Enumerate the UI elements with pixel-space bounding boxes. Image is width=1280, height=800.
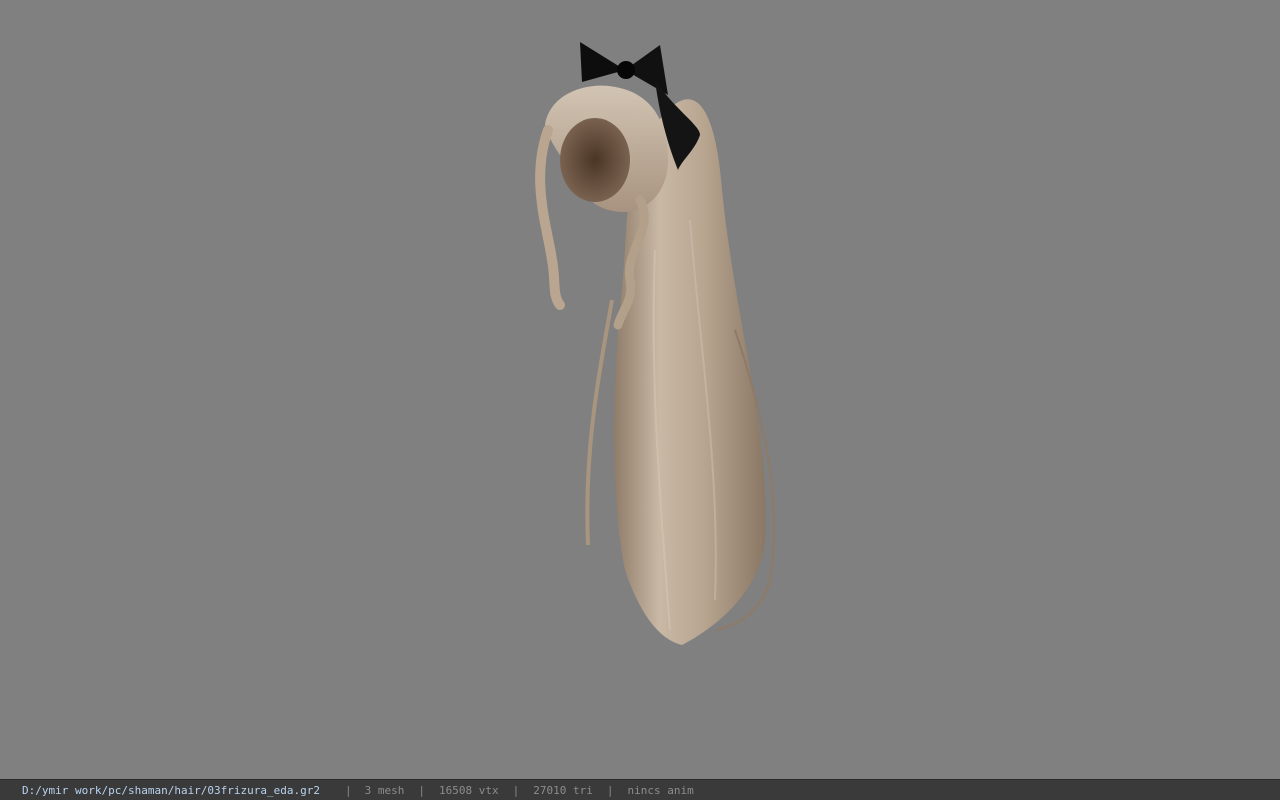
crown-shadow (560, 118, 630, 202)
status-separator: | (345, 783, 352, 797)
hair-model-render (535, 42, 775, 646)
left-curl (535, 125, 565, 310)
status-separator: | (606, 783, 614, 797)
status-separator: | (418, 783, 426, 797)
status-animation: nincs anim (627, 783, 694, 797)
model-viewport[interactable] (0, 0, 1280, 779)
status-file-path: D:/ymir work/pc/shaman/hair/03frizura_ed… (22, 783, 321, 797)
status-vertex-count: 16508 vtx (439, 783, 499, 797)
status-bar: D:/ymir work/pc/shaman/hair/03frizura_ed… (0, 779, 1280, 800)
stray-strand-left (585, 299, 614, 546)
status-separator: | (512, 783, 520, 797)
status-triangle-count: 27010 tri (533, 783, 593, 797)
status-mesh-count: 3 mesh (364, 783, 405, 797)
